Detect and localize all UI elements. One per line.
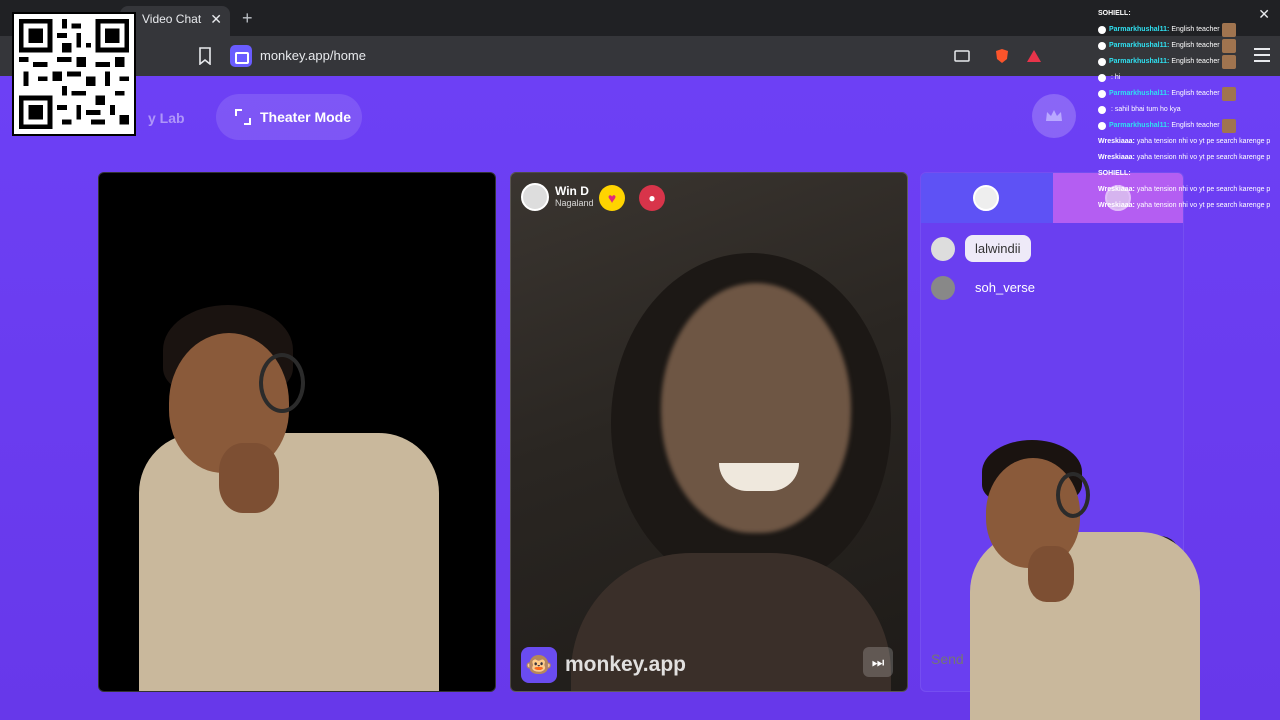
stream-chat-line: Parmarkhushal11: English teacher: [1098, 54, 1280, 70]
remote-video: Win D Nagaland ♥ ● 🐵 monkey.app ⏭: [510, 172, 908, 692]
peer-location: Nagaland: [555, 198, 594, 208]
new-tab-icon[interactable]: +: [242, 8, 253, 29]
tab-title: Video Chat: [142, 12, 202, 26]
stream-chat-line: Wreskiaaa: yaha tension nhi vo yt pe sear…: [1098, 138, 1271, 145]
stream-chat-line: Parmarkhushal11: English teacher: [1098, 86, 1280, 102]
browser-toolbar: monkey.app/home: [0, 36, 1280, 76]
crown-icon: [1046, 110, 1062, 121]
expand-icon: [235, 109, 251, 125]
stream-chat-line: : sahil bhai tum ho kya: [1098, 102, 1280, 118]
chat-message: lalwindii: [931, 235, 1031, 262]
browser-tabbar: Video Chat ✕ + ✕: [0, 0, 1280, 36]
stream-chat-line: Parmarkhushal11: English teacher: [1098, 22, 1280, 38]
bookmark-icon[interactable]: [198, 47, 212, 65]
stream-chat-line: Wreskiaaa: yaha tension nhi vo yt pe sear…: [1098, 186, 1271, 193]
close-tab-icon[interactable]: ✕: [210, 6, 222, 32]
chat-bubble: lalwindii: [965, 235, 1031, 262]
qr-code-image: [12, 12, 136, 136]
brand-watermark: 🐵 monkey.app: [521, 647, 686, 683]
address-bar[interactable]: monkey.app/home: [226, 40, 1006, 72]
peer-info[interactable]: Win D Nagaland: [521, 183, 594, 211]
url-text: monkey.app/home: [260, 48, 366, 63]
local-video: [98, 172, 496, 692]
local-video-person: [99, 173, 495, 691]
chat-avatar: [931, 236, 955, 261]
brand-name: monkey.app: [565, 653, 686, 676]
cast-icon[interactable]: [954, 48, 970, 64]
peer-avatar: [521, 183, 549, 211]
chat-avatar: [931, 275, 955, 300]
skip-next-button[interactable]: ⏭: [863, 647, 893, 677]
monkey-icon: 🐵: [521, 647, 557, 683]
lab-link[interactable]: y Lab: [148, 110, 185, 126]
police-badge-icon[interactable]: ●: [639, 185, 665, 211]
crown-button[interactable]: [1032, 94, 1076, 138]
chat-header-avatar[interactable]: [973, 185, 999, 211]
stream-chat-line: SOHIELL:: [1098, 170, 1131, 177]
chat-bubble: soh_verse: [975, 280, 1035, 295]
stream-chat-line: Wreskiaaa: yaha tension nhi vo yt pe sear…: [1098, 202, 1271, 209]
remote-person-face: [661, 283, 851, 533]
streamer-webcam-overlay: [960, 436, 1210, 720]
heart-badge-icon[interactable]: ♥: [599, 185, 625, 211]
theater-mode-button[interactable]: Theater Mode: [216, 94, 362, 140]
site-icon: [230, 45, 252, 67]
stream-chat-overlay: SOHIELL: Parmarkhushal11: English teacher…: [1098, 6, 1280, 214]
chat-message: soh_verse: [931, 274, 1045, 301]
stream-chat-line: : hi: [1098, 70, 1280, 86]
browser-tab[interactable]: Video Chat ✕: [120, 6, 230, 36]
stream-chat-line: Parmarkhushal11: English teacher: [1098, 118, 1280, 134]
stream-chat-line: Wreskiaaa: yaha tension nhi vo yt pe sear…: [1098, 154, 1271, 161]
theater-mode-label: Theater Mode: [260, 109, 352, 125]
brave-shield-icon[interactable]: [994, 48, 1010, 64]
brave-rewards-icon[interactable]: [1026, 48, 1042, 64]
peer-name: Win D: [555, 184, 589, 198]
stream-chat-line: Parmarkhushal11: English teacher: [1098, 38, 1280, 54]
stream-chat-line: SOHIELL:: [1098, 10, 1131, 17]
